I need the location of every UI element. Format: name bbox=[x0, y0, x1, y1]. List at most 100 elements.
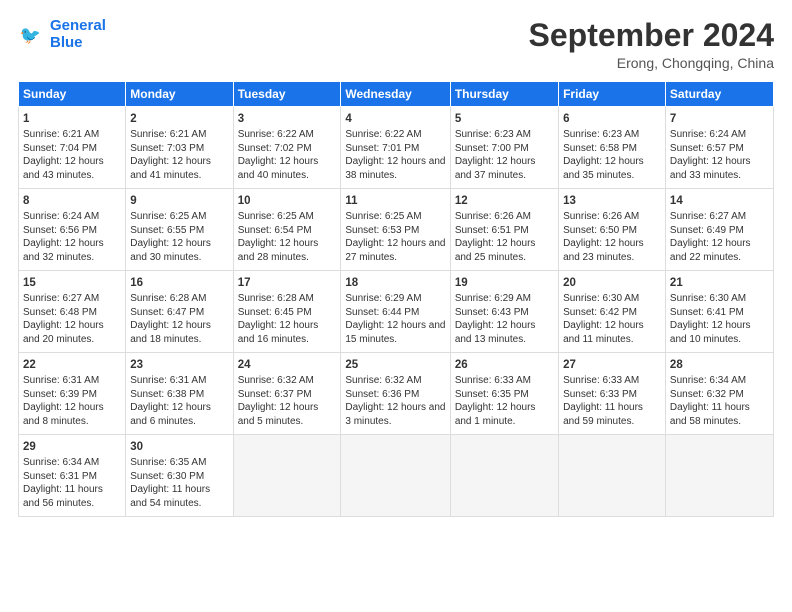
day-number: 16 bbox=[130, 275, 228, 291]
day-info: Sunrise: 6:25 AMSunset: 6:55 PMDaylight:… bbox=[130, 210, 228, 264]
day-info: Sunrise: 6:29 AMSunset: 6:43 PMDaylight:… bbox=[455, 292, 554, 346]
empty-cell bbox=[665, 435, 773, 517]
day-cell-17: 17 Sunrise: 6:28 AMSunset: 6:45 PMDaylig… bbox=[233, 271, 341, 353]
day-number: 12 bbox=[455, 193, 554, 209]
day-cell-29: 29 Sunrise: 6:34 AMSunset: 6:31 PMDaylig… bbox=[19, 435, 126, 517]
day-number: 13 bbox=[563, 193, 661, 209]
day-number: 20 bbox=[563, 275, 661, 291]
day-info: Sunrise: 6:33 AMSunset: 6:33 PMDaylight:… bbox=[563, 374, 661, 428]
col-friday: Friday bbox=[559, 82, 666, 107]
day-number: 7 bbox=[670, 111, 769, 127]
col-monday: Monday bbox=[126, 82, 233, 107]
day-info: Sunrise: 6:21 AMSunset: 7:04 PMDaylight:… bbox=[23, 128, 121, 182]
day-number: 14 bbox=[670, 193, 769, 209]
calendar-row-week2: 8 Sunrise: 6:24 AMSunset: 6:56 PMDayligh… bbox=[19, 189, 774, 271]
day-number: 17 bbox=[238, 275, 337, 291]
day-number: 26 bbox=[455, 357, 554, 373]
logo-text: General Blue bbox=[50, 18, 106, 51]
day-info: Sunrise: 6:22 AMSunset: 7:02 PMDaylight:… bbox=[238, 128, 337, 182]
day-cell-19: 19 Sunrise: 6:29 AMSunset: 6:43 PMDaylig… bbox=[450, 271, 558, 353]
day-cell-10: 10 Sunrise: 6:25 AMSunset: 6:54 PMDaylig… bbox=[233, 189, 341, 271]
day-cell-6: 6 Sunrise: 6:23 AMSunset: 6:58 PMDayligh… bbox=[559, 107, 666, 189]
day-number: 30 bbox=[130, 439, 228, 455]
day-number: 19 bbox=[455, 275, 554, 291]
day-info: Sunrise: 6:34 AMSunset: 6:32 PMDaylight:… bbox=[670, 374, 769, 428]
day-info: Sunrise: 6:31 AMSunset: 6:39 PMDaylight:… bbox=[23, 374, 121, 428]
day-number: 1 bbox=[23, 111, 121, 127]
day-cell-18: 18 Sunrise: 6:29 AMSunset: 6:44 PMDaylig… bbox=[341, 271, 450, 353]
day-info: Sunrise: 6:33 AMSunset: 6:35 PMDaylight:… bbox=[455, 374, 554, 428]
day-info: Sunrise: 6:21 AMSunset: 7:03 PMDaylight:… bbox=[130, 128, 228, 182]
col-sunday: Sunday bbox=[19, 82, 126, 107]
location-subtitle: Erong, Chongqing, China bbox=[529, 55, 774, 71]
day-cell-12: 12 Sunrise: 6:26 AMSunset: 6:51 PMDaylig… bbox=[450, 189, 558, 271]
day-cell-24: 24 Sunrise: 6:32 AMSunset: 6:37 PMDaylig… bbox=[233, 353, 341, 435]
logo-blue: Blue bbox=[50, 34, 83, 51]
calendar-table: Sunday Monday Tuesday Wednesday Thursday… bbox=[18, 81, 774, 517]
empty-cell bbox=[341, 435, 450, 517]
day-info: Sunrise: 6:32 AMSunset: 6:36 PMDaylight:… bbox=[345, 374, 445, 428]
title-block: September 2024 Erong, Chongqing, China bbox=[529, 18, 774, 71]
day-info: Sunrise: 6:28 AMSunset: 6:47 PMDaylight:… bbox=[130, 292, 228, 346]
day-cell-1: 1 Sunrise: 6:21 AMSunset: 7:04 PMDayligh… bbox=[19, 107, 126, 189]
col-tuesday: Tuesday bbox=[233, 82, 341, 107]
svg-text:🐦: 🐦 bbox=[20, 26, 41, 45]
day-info: Sunrise: 6:35 AMSunset: 6:30 PMDaylight:… bbox=[130, 456, 228, 510]
day-number: 28 bbox=[670, 357, 769, 373]
col-wednesday: Wednesday bbox=[341, 82, 450, 107]
calendar-row-week1: 1 Sunrise: 6:21 AMSunset: 7:04 PMDayligh… bbox=[19, 107, 774, 189]
day-cell-4: 4 Sunrise: 6:22 AMSunset: 7:01 PMDayligh… bbox=[341, 107, 450, 189]
day-number: 6 bbox=[563, 111, 661, 127]
day-cell-26: 26 Sunrise: 6:33 AMSunset: 6:35 PMDaylig… bbox=[450, 353, 558, 435]
day-number: 27 bbox=[563, 357, 661, 373]
col-thursday: Thursday bbox=[450, 82, 558, 107]
month-title: September 2024 bbox=[529, 18, 774, 53]
day-info: Sunrise: 6:30 AMSunset: 6:42 PMDaylight:… bbox=[563, 292, 661, 346]
empty-cell bbox=[559, 435, 666, 517]
page: 🐦 General Blue September 2024 Erong, Cho… bbox=[0, 0, 792, 612]
calendar-row-week3: 15 Sunrise: 6:27 AMSunset: 6:48 PMDaylig… bbox=[19, 271, 774, 353]
day-info: Sunrise: 6:27 AMSunset: 6:49 PMDaylight:… bbox=[670, 210, 769, 264]
day-number: 21 bbox=[670, 275, 769, 291]
day-number: 18 bbox=[345, 275, 445, 291]
day-cell-21: 21 Sunrise: 6:30 AMSunset: 6:41 PMDaylig… bbox=[665, 271, 773, 353]
day-info: Sunrise: 6:25 AMSunset: 6:54 PMDaylight:… bbox=[238, 210, 337, 264]
day-number: 23 bbox=[130, 357, 228, 373]
day-number: 4 bbox=[345, 111, 445, 127]
day-cell-5: 5 Sunrise: 6:23 AMSunset: 7:00 PMDayligh… bbox=[450, 107, 558, 189]
day-info: Sunrise: 6:27 AMSunset: 6:48 PMDaylight:… bbox=[23, 292, 121, 346]
day-cell-13: 13 Sunrise: 6:26 AMSunset: 6:50 PMDaylig… bbox=[559, 189, 666, 271]
logo: 🐦 General Blue bbox=[18, 18, 106, 51]
header: 🐦 General Blue September 2024 Erong, Cho… bbox=[18, 18, 774, 71]
day-info: Sunrise: 6:29 AMSunset: 6:44 PMDaylight:… bbox=[345, 292, 445, 346]
day-cell-23: 23 Sunrise: 6:31 AMSunset: 6:38 PMDaylig… bbox=[126, 353, 233, 435]
day-cell-3: 3 Sunrise: 6:22 AMSunset: 7:02 PMDayligh… bbox=[233, 107, 341, 189]
day-number: 24 bbox=[238, 357, 337, 373]
day-info: Sunrise: 6:26 AMSunset: 6:50 PMDaylight:… bbox=[563, 210, 661, 264]
empty-cell bbox=[450, 435, 558, 517]
day-info: Sunrise: 6:28 AMSunset: 6:45 PMDaylight:… bbox=[238, 292, 337, 346]
day-number: 3 bbox=[238, 111, 337, 127]
day-info: Sunrise: 6:26 AMSunset: 6:51 PMDaylight:… bbox=[455, 210, 554, 264]
day-number: 15 bbox=[23, 275, 121, 291]
day-cell-16: 16 Sunrise: 6:28 AMSunset: 6:47 PMDaylig… bbox=[126, 271, 233, 353]
logo-general: General bbox=[50, 17, 106, 34]
day-number: 5 bbox=[455, 111, 554, 127]
day-cell-30: 30 Sunrise: 6:35 AMSunset: 6:30 PMDaylig… bbox=[126, 435, 233, 517]
day-cell-15: 15 Sunrise: 6:27 AMSunset: 6:48 PMDaylig… bbox=[19, 271, 126, 353]
day-info: Sunrise: 6:22 AMSunset: 7:01 PMDaylight:… bbox=[345, 128, 445, 182]
day-info: Sunrise: 6:32 AMSunset: 6:37 PMDaylight:… bbox=[238, 374, 337, 428]
day-number: 11 bbox=[345, 193, 445, 209]
day-cell-7: 7 Sunrise: 6:24 AMSunset: 6:57 PMDayligh… bbox=[665, 107, 773, 189]
empty-cell bbox=[233, 435, 341, 517]
day-number: 22 bbox=[23, 357, 121, 373]
day-info: Sunrise: 6:34 AMSunset: 6:31 PMDaylight:… bbox=[23, 456, 121, 510]
day-cell-27: 27 Sunrise: 6:33 AMSunset: 6:33 PMDaylig… bbox=[559, 353, 666, 435]
day-cell-14: 14 Sunrise: 6:27 AMSunset: 6:49 PMDaylig… bbox=[665, 189, 773, 271]
day-number: 10 bbox=[238, 193, 337, 209]
day-cell-25: 25 Sunrise: 6:32 AMSunset: 6:36 PMDaylig… bbox=[341, 353, 450, 435]
day-info: Sunrise: 6:23 AMSunset: 6:58 PMDaylight:… bbox=[563, 128, 661, 182]
day-info: Sunrise: 6:31 AMSunset: 6:38 PMDaylight:… bbox=[130, 374, 228, 428]
day-info: Sunrise: 6:24 AMSunset: 6:56 PMDaylight:… bbox=[23, 210, 121, 264]
day-cell-11: 11 Sunrise: 6:25 AMSunset: 6:53 PMDaylig… bbox=[341, 189, 450, 271]
